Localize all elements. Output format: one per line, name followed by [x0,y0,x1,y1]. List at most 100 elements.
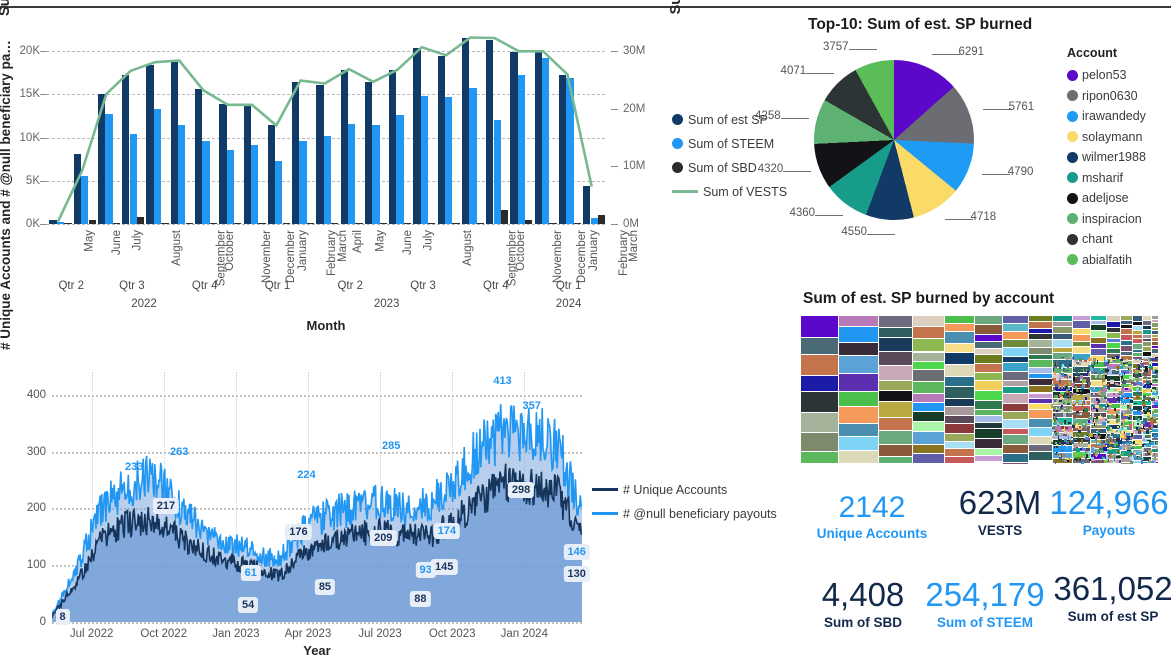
treemap-tile[interactable] [1122,429,1124,434]
treemap-tile[interactable] [1140,361,1143,363]
treemap-tile[interactable] [1154,368,1158,371]
treemap-tile[interactable] [801,413,838,433]
treemap-tile[interactable] [975,455,1002,462]
treemap-tile[interactable] [945,353,974,364]
treemap-tile[interactable] [1090,367,1093,371]
treemap-tile[interactable] [1139,358,1142,360]
treemap-tile[interactable] [1053,414,1055,417]
treemap-tile[interactable] [1061,410,1065,414]
treemap-tile[interactable] [1003,316,1028,323]
treemap-tile[interactable] [1152,323,1158,327]
treemap-tile[interactable] [1104,362,1109,366]
treemap-tile[interactable] [1141,408,1143,411]
treemap-tile[interactable] [1029,340,1052,347]
treemap-tile[interactable] [1120,373,1123,376]
treemap-tile[interactable] [945,331,974,343]
treemap-tile[interactable] [839,342,878,356]
treemap-tile[interactable] [1067,370,1071,373]
treemap-tile[interactable] [1151,409,1155,411]
treemap-tile[interactable] [913,361,944,370]
treemap-tile[interactable] [1053,316,1072,321]
treemap-tile[interactable] [1053,399,1056,402]
kpi-card[interactable]: 254,179 Sum of STEEM [905,577,1065,629]
treemap-tile[interactable] [1131,446,1134,449]
treemap-tile[interactable] [1152,341,1158,346]
treemap-tile[interactable] [1076,457,1080,459]
treemap-tile[interactable] [1135,384,1140,388]
treemap-tile[interactable] [1054,401,1059,405]
treemap-tile[interactable] [1124,419,1129,422]
treemap-tile[interactable] [1152,319,1158,323]
treemap-tile[interactable] [1094,443,1100,446]
treemap-tile[interactable] [1133,405,1138,408]
treemap-tile[interactable] [1066,366,1069,368]
treemap-tile[interactable] [1094,362,1096,366]
treemap-tile[interactable] [1144,444,1147,448]
treemap-tile[interactable] [879,327,912,337]
treemap-tile[interactable] [1152,349,1158,354]
treemap-tile[interactable] [1129,375,1133,379]
treemap-tile[interactable] [1149,361,1152,364]
treemap-tile[interactable] [1076,459,1078,461]
treemap-tile[interactable] [1055,409,1059,412]
treemap-tile[interactable] [1103,357,1106,362]
treemap-tile[interactable] [1147,399,1151,403]
treemap-tile[interactable] [1116,434,1119,437]
treemap-tile[interactable] [1003,324,1028,332]
treemap-tile[interactable] [1119,425,1123,427]
pie-legend-item[interactable]: abialfatih [1067,250,1146,271]
treemap-tile[interactable] [1116,397,1120,401]
treemap-tile[interactable] [1109,430,1113,432]
treemap-tile[interactable] [1073,458,1076,461]
treemap-tile[interactable] [945,343,974,353]
treemap-tile[interactable] [975,422,1002,429]
treemap-tile[interactable] [913,445,944,454]
treemap-tile[interactable] [913,382,944,394]
treemap-tile[interactable] [1003,332,1028,339]
treemap-tile[interactable] [1003,462,1028,464]
treemap-tile[interactable] [1130,380,1135,382]
treemap-tile[interactable] [1137,410,1141,412]
treemap-tile[interactable] [1053,398,1057,400]
treemap-tile[interactable] [1029,428,1052,436]
treemap-tile[interactable] [1107,339,1120,343]
treemap-tile[interactable] [1129,460,1134,464]
treemap-tile[interactable] [1129,370,1132,374]
treemap-tile[interactable] [1059,393,1062,398]
treemap-tile[interactable] [1117,385,1121,387]
treemap-tile[interactable] [1097,359,1099,364]
treemap-tile[interactable] [975,380,1002,390]
treemap-tile[interactable] [1100,440,1103,444]
treemap-tile[interactable] [1063,423,1065,426]
treemap-tile[interactable] [1110,455,1113,459]
treemap-tile[interactable] [1082,368,1084,373]
treemap-tile[interactable] [1136,395,1140,400]
treemap-tile[interactable] [1148,368,1152,373]
treemap-tile[interactable] [1055,453,1057,456]
treemap-tile[interactable] [1051,436,1054,438]
treemap-tile[interactable] [1087,373,1091,377]
treemap-tile[interactable] [1078,427,1082,430]
treemap-tile[interactable] [1073,341,1090,347]
treemap-tile[interactable] [1091,330,1106,337]
treemap-tile[interactable] [1051,384,1055,387]
treemap-tile[interactable] [913,316,944,326]
treemap-tile[interactable] [1121,346,1132,352]
treemap-tile[interactable] [1102,372,1107,376]
treemap-tile[interactable] [1121,324,1132,329]
treemap-tile[interactable] [1003,428,1028,435]
treemap-tile[interactable] [1068,423,1073,426]
treemap-tile[interactable] [1133,316,1142,321]
treemap-tile[interactable] [1102,408,1105,411]
treemap-tile[interactable] [1128,447,1131,451]
treemap-tile[interactable] [1078,399,1083,404]
treemap-tile[interactable] [1129,405,1131,409]
treemap-tile[interactable] [1100,367,1103,370]
treemap-tile[interactable] [1154,402,1158,405]
treemap-tile[interactable] [839,316,878,327]
treemap-tile[interactable] [1141,447,1144,451]
treemap-tile[interactable] [1140,454,1143,457]
treemap-tile[interactable] [1144,425,1147,430]
treemap-tile[interactable] [1003,347,1028,356]
treemap-tile[interactable] [1076,390,1080,392]
